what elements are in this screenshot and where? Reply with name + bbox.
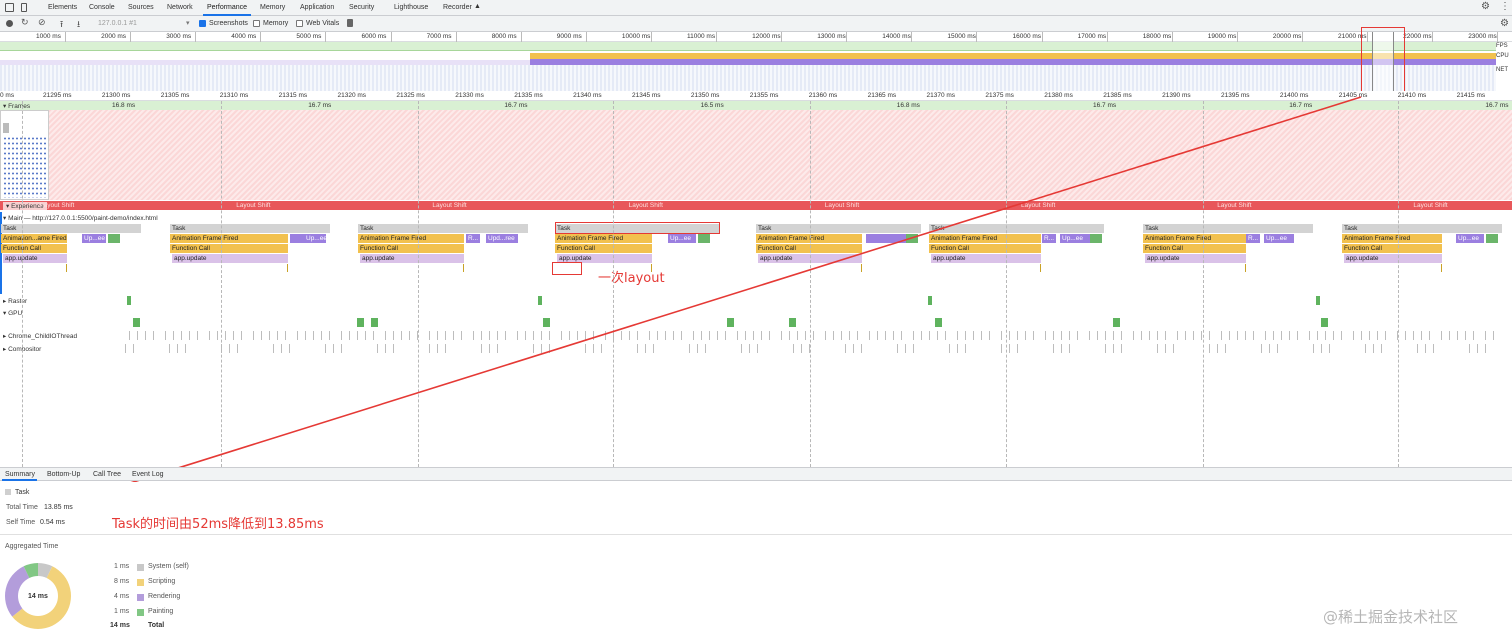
self-time-label: Self Time	[6, 519, 36, 526]
legend-swatch	[137, 594, 144, 601]
summary-tab-indicator	[2, 479, 37, 481]
donut-center-label: 14 ms	[28, 593, 48, 600]
legend-value: 8 ms	[114, 578, 130, 585]
legend-swatch	[137, 579, 144, 586]
donut-slice-rendering	[5, 566, 30, 617]
aggregated-label: Aggregated Time	[5, 543, 59, 550]
total-value: 14 ms	[110, 622, 130, 629]
details-tabbar: Summary Bottom-Up Call Tree Event Log	[0, 467, 1512, 481]
legend-swatch	[137, 564, 144, 571]
tab-event-log[interactable]: Event Log	[132, 471, 164, 478]
legend-label: Scripting	[148, 578, 176, 585]
tab-call-tree[interactable]: Call Tree	[93, 471, 121, 478]
summary-title: Task	[15, 489, 30, 496]
self-time-value: 0.54 ms	[40, 519, 65, 526]
total-label: Total	[148, 622, 165, 629]
tab-summary[interactable]: Summary	[5, 471, 35, 478]
task-swatch	[5, 489, 11, 495]
legend-label: Rendering	[148, 593, 181, 600]
total-time-value: 13.85 ms	[44, 504, 73, 511]
legend-value: 1 ms	[114, 608, 130, 615]
tab-bottom-up[interactable]: Bottom-Up	[47, 471, 80, 478]
total-time-label: Total Time	[6, 504, 38, 511]
task-annotation: Task的时间由52ms降低到13.85ms	[112, 517, 324, 532]
devtools-window: { "tabs": ["Elements","Console","Sources…	[0, 0, 1512, 644]
legend-label: Painting	[148, 608, 174, 615]
watermark: @稀土掘金技术社区	[1323, 608, 1459, 626]
legend-value: 1 ms	[114, 563, 130, 570]
summary-divider	[0, 534, 1512, 535]
legend-swatch	[137, 609, 144, 616]
legend-label: System (self)	[148, 563, 189, 570]
legend-value: 4 ms	[114, 593, 130, 600]
summary-panel: Task Total Time 13.85 ms Self Time 0.54 …	[0, 482, 1512, 644]
